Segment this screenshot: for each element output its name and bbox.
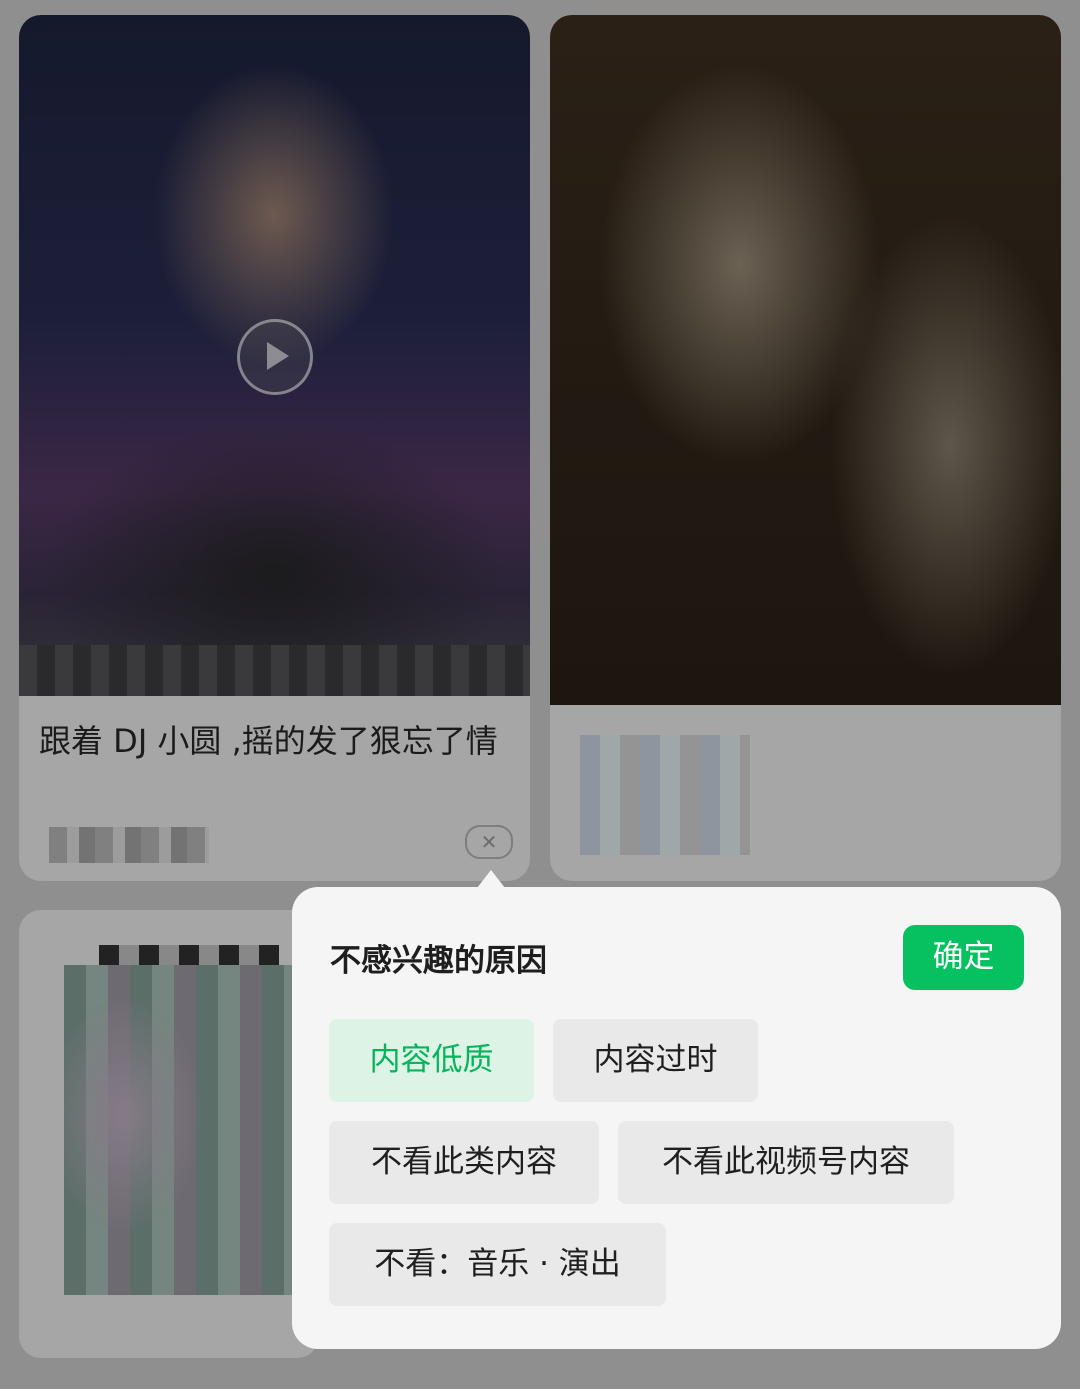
video-thumbnail[interactable]	[19, 15, 530, 696]
confirm-button[interactable]: 确定	[903, 925, 1024, 990]
video-thumbnail[interactable]	[64, 965, 299, 1295]
popup-title: 不感兴趣的原因	[330, 943, 547, 979]
video-title-blurred	[99, 945, 279, 967]
video-title-blurred	[580, 735, 750, 855]
reason-chip-outdated[interactable]: 内容过时	[553, 1019, 758, 1102]
dj-deck-image	[19, 645, 530, 696]
play-circle-icon[interactable]	[237, 319, 313, 395]
reason-chip-hide-category[interactable]: 不看此类内容	[329, 1121, 599, 1204]
not-interested-popup: 不感兴趣的原因 确定 内容低质 内容过时 不看此类内容 不看此视频号内容 不看：…	[292, 887, 1061, 1349]
reason-chip-low-quality[interactable]: 内容低质	[329, 1019, 534, 1102]
close-icon[interactable]: ✕	[465, 825, 513, 859]
reason-chip-hide-channel[interactable]: 不看此视频号内容	[618, 1121, 954, 1204]
video-thumbnail[interactable]	[550, 15, 1061, 705]
popup-pointer	[477, 870, 505, 888]
reason-chip-hide-music-performance[interactable]: 不看：音乐 · 演出	[329, 1223, 666, 1306]
video-card[interactable]	[19, 910, 319, 1358]
video-card[interactable]: 跟着 DJ 小圆 ,摇的发了狠忘了情 ✕	[19, 15, 530, 881]
video-title: 跟着 DJ 小圆 ,摇的发了狠忘了情	[39, 722, 498, 760]
author-name-blurred	[49, 827, 209, 863]
video-card[interactable]	[550, 15, 1061, 881]
